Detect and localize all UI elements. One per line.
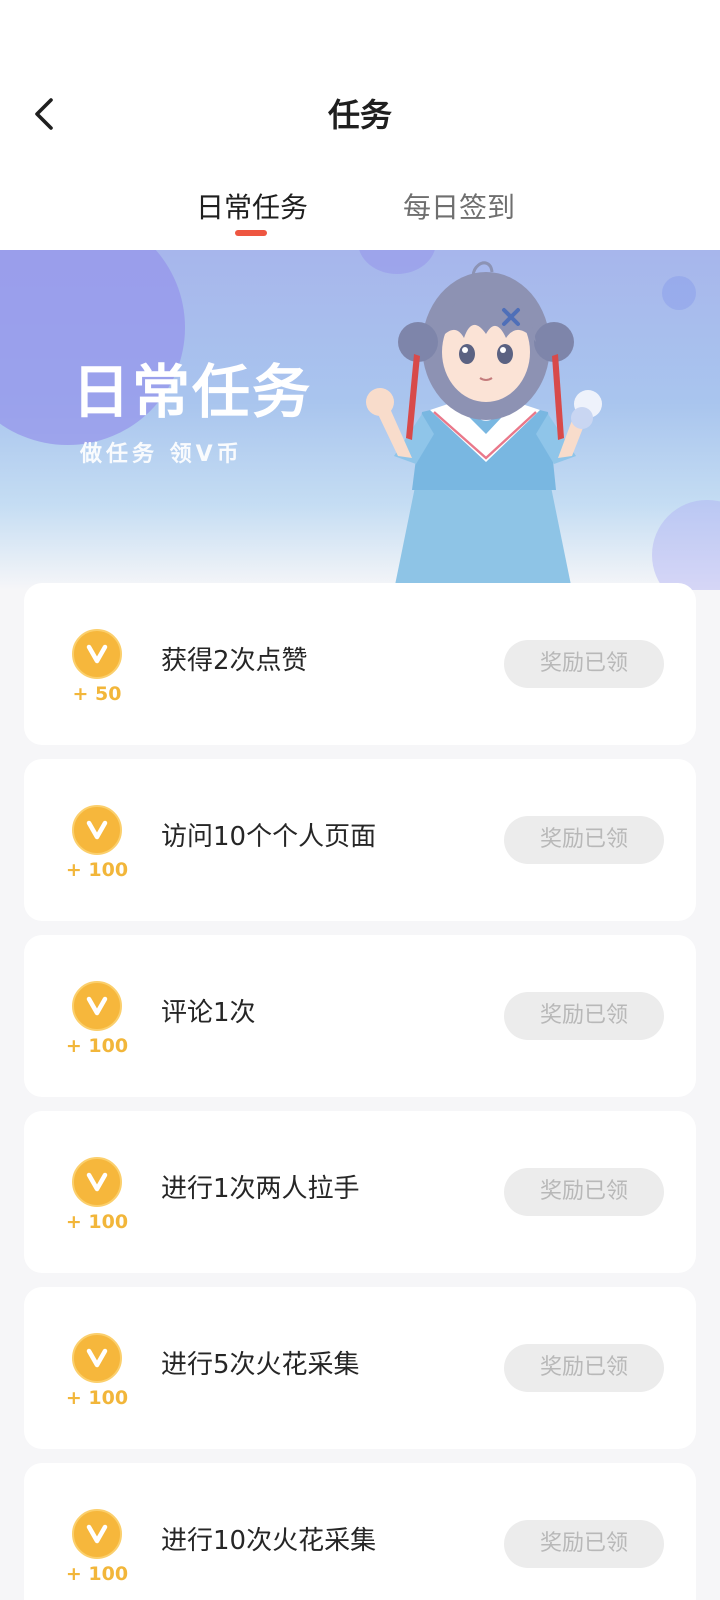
task-name: 进行5次火花采集	[161, 1350, 360, 1380]
task-name: 访问10个个人页面	[161, 822, 377, 852]
task-card: + 100 进行10次火花采集 奖励已领	[24, 1463, 696, 1600]
task-name: 评论1次	[161, 998, 256, 1028]
reward-claimed-button[interactable]: 奖励已领	[504, 1520, 664, 1568]
reward-claimed-button[interactable]: 奖励已领	[504, 992, 664, 1040]
reward-claimed-button[interactable]: 奖励已领	[504, 1168, 664, 1216]
mascot-girl-illustration	[366, 261, 602, 590]
task-card: + 100 评论1次 奖励已领	[24, 935, 696, 1097]
task-name: 进行1次两人拉手	[161, 1174, 360, 1204]
banner-title: 日常任务	[72, 358, 313, 426]
reward-amount: + 50	[72, 683, 122, 705]
task-screen: 任务 日常任务 每日签到 日常任务 做任务 领V币 + 50 获得2次点赞 奖励…	[0, 0, 720, 1600]
tab-daily-tasks[interactable]: 日常任务	[196, 186, 308, 230]
tab-daily-signin[interactable]: 每日签到	[403, 186, 515, 230]
reward-amount: + 100	[65, 1035, 129, 1057]
reward-amount: + 100	[65, 1211, 129, 1233]
top-header: 任务 日常任务 每日签到	[0, 0, 720, 250]
v-coin-icon	[72, 629, 122, 679]
reward-amount: + 100	[65, 1563, 129, 1585]
reward-claimed-button[interactable]: 奖励已领	[504, 640, 664, 688]
decor-bubble	[652, 500, 720, 590]
v-coin-icon	[72, 1333, 122, 1383]
active-tab-indicator	[235, 230, 267, 236]
banner-subtitle: 做任务 领V币	[80, 442, 243, 467]
v-coin-icon	[72, 805, 122, 855]
decor-bubble	[662, 276, 696, 310]
daily-tasks-banner: 日常任务 做任务 领V币	[0, 250, 720, 590]
reward-claimed-button[interactable]: 奖励已领	[504, 1344, 664, 1392]
v-coin-icon	[72, 1157, 122, 1207]
reward-amount: + 100	[65, 859, 129, 881]
task-card: + 100 进行1次两人拉手 奖励已领	[24, 1111, 696, 1273]
task-card: + 50 获得2次点赞 奖励已领	[24, 583, 696, 745]
task-name: 获得2次点赞	[161, 646, 308, 676]
task-name: 进行10次火花采集	[161, 1526, 377, 1556]
v-coin-icon	[72, 981, 122, 1031]
reward-claimed-button[interactable]: 奖励已领	[504, 816, 664, 864]
page-title: 任务	[327, 96, 392, 134]
task-card: + 100 访问10个个人页面 奖励已领	[24, 759, 696, 921]
reward-amount: + 100	[65, 1387, 129, 1409]
v-coin-icon	[72, 1509, 122, 1559]
task-card: + 100 进行5次火花采集 奖励已领	[24, 1287, 696, 1449]
